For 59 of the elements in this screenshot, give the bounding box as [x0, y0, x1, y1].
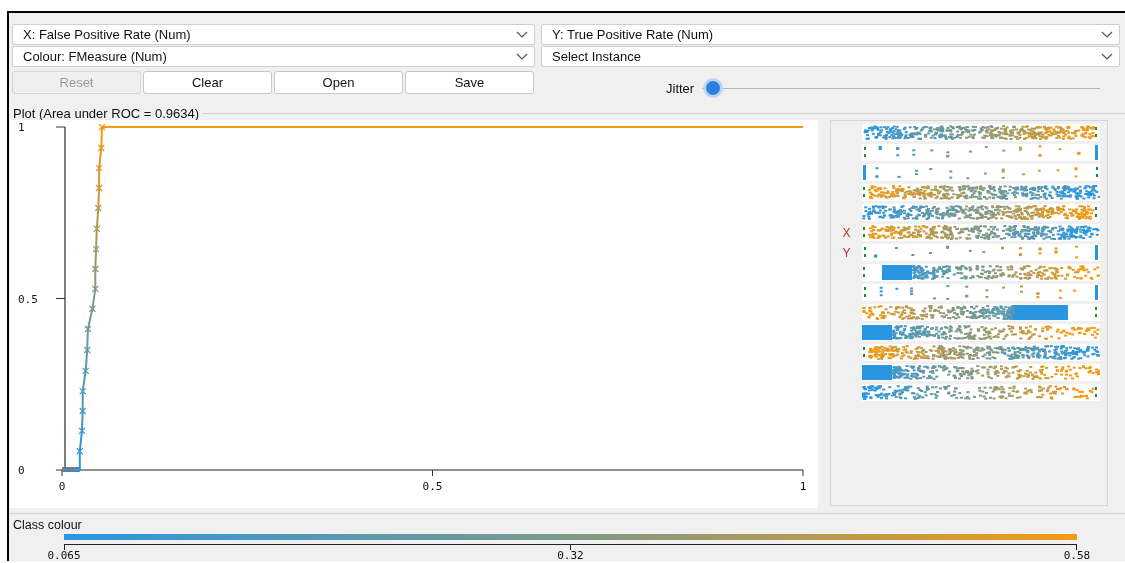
x-tick-label: 0.5	[422, 480, 443, 493]
axis-marker: X	[842, 225, 851, 240]
scale-tick-label: 0.065	[46, 550, 82, 561]
point-marker	[91, 265, 99, 273]
chevron-down-icon	[1101, 53, 1113, 60]
point-marker	[92, 245, 100, 253]
chevron-down-icon	[516, 53, 528, 60]
jitter-label: Jitter	[666, 80, 695, 96]
x-tick-label: 0	[58, 480, 66, 493]
point-marker	[88, 305, 97, 313]
y-tick-label: 1	[18, 121, 25, 134]
strip-plot-drawing[interactable]	[862, 284, 1100, 301]
point-marker	[95, 164, 103, 172]
toolbar-button[interactable]: Clear	[143, 71, 272, 94]
dropdown[interactable]: Colour: FMeasure (Num)	[12, 46, 535, 67]
strip-plot-drawing[interactable]	[862, 384, 1100, 401]
strip-plot-drawing[interactable]	[862, 344, 1100, 361]
strip-plot-drawing[interactable]	[862, 144, 1100, 161]
y-tick-label: 0	[18, 464, 25, 477]
point-marker	[95, 184, 103, 192]
x-tick-label: 1	[799, 480, 807, 493]
point-marker	[94, 204, 102, 212]
strip-plot-drawing[interactable]	[862, 304, 1100, 321]
slider-thumb[interactable]	[706, 81, 721, 95]
strip-plot-drawing[interactable]	[862, 364, 1100, 381]
dropdown[interactable]: Select Instance	[541, 46, 1120, 67]
strip-plot-drawing[interactable]	[862, 164, 1100, 181]
baseline-bar	[62, 467, 80, 472]
point-marker	[98, 123, 106, 131]
chevron-down-icon	[516, 31, 528, 38]
toolbar-button[interactable]: Save	[405, 71, 534, 94]
strip-plot-drawing[interactable]	[862, 184, 1100, 201]
strip-plot-drawing[interactable]	[862, 264, 1100, 281]
jitter-slider[interactable]	[702, 80, 1101, 96]
point-marker	[97, 144, 105, 152]
strip-plot-drawing[interactable]	[862, 324, 1100, 341]
toolbar-button[interactable]: Open	[274, 71, 403, 94]
scale-tick-label: 0.32	[556, 550, 585, 561]
legend-title: Class colour	[13, 518, 83, 532]
dropdown[interactable]: Y: True Positive Rate (Num)	[541, 24, 1120, 45]
y-tick-label: 0.5	[18, 292, 38, 306]
dropdown[interactable]: X: False Positive Rate (Num)	[12, 24, 535, 45]
point-marker	[82, 367, 90, 375]
point-marker	[78, 427, 86, 435]
point-marker	[91, 285, 99, 293]
strip-plot-drawing[interactable]	[862, 124, 1100, 141]
strip-plot-drawing[interactable]	[862, 224, 1100, 241]
point-marker	[79, 387, 87, 395]
point-marker	[83, 346, 91, 354]
strip-plot-drawing[interactable]	[862, 204, 1100, 221]
axis-marker: Y	[842, 245, 851, 260]
scale-tick-label: 0.58	[1062, 550, 1092, 561]
point-marker	[93, 225, 101, 233]
point-marker	[84, 325, 92, 333]
point-marker	[76, 447, 84, 455]
strip-plot-drawing[interactable]	[862, 244, 1100, 261]
plot-title: Plot (Area under ROC = 0.9634)	[13, 105, 200, 121]
point-marker	[79, 407, 87, 415]
chevron-down-icon	[1101, 31, 1113, 38]
